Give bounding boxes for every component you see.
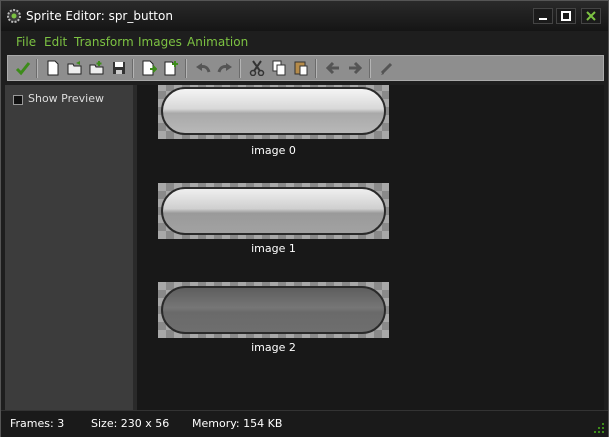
insert-image-icon	[142, 60, 157, 76]
frame-thumbnail[interactable]	[158, 85, 389, 139]
toolbar-separator	[185, 59, 187, 78]
shift-left-button[interactable]	[324, 59, 342, 77]
frame-label: image 0	[251, 144, 296, 157]
toolbar-separator	[36, 59, 38, 78]
frame-label: image 2	[251, 341, 296, 354]
confirm-icon	[15, 62, 31, 76]
toolbar-separator	[369, 59, 371, 78]
redo-icon	[217, 63, 232, 73]
save-button[interactable]	[110, 59, 128, 77]
new-button[interactable]	[44, 59, 62, 77]
undo-icon	[196, 63, 211, 73]
menu-transform[interactable]: Transform	[74, 35, 134, 49]
add-image-button[interactable]	[162, 59, 180, 77]
confirm-button[interactable]	[14, 59, 32, 77]
frames-canvas[interactable]: image 0 image 1 image 2	[137, 85, 604, 410]
toolbar-separator	[239, 59, 241, 78]
sprite-image	[161, 286, 386, 334]
copy-icon	[272, 60, 286, 76]
redo-button[interactable]	[216, 59, 234, 77]
sprite-image	[161, 87, 386, 135]
frame-thumbnail[interactable]	[158, 183, 389, 239]
menu-bar: File Edit Transform Images Animation	[1, 33, 608, 53]
shift-left-icon	[325, 61, 339, 75]
toolbar-separator	[315, 59, 317, 78]
save-icon	[113, 62, 125, 74]
maximize-button[interactable]	[556, 8, 576, 24]
toolbar-separator	[132, 59, 134, 78]
status-bar: Frames: 3 Size: 230 x 56 Memory: 154 KB	[1, 410, 608, 437]
menu-images[interactable]: Images	[138, 35, 182, 49]
add-from-file-icon	[89, 61, 104, 75]
minimize-button[interactable]	[533, 8, 553, 24]
add-image-icon	[164, 61, 178, 76]
app-icon	[7, 9, 21, 23]
shift-right-button[interactable]	[346, 59, 364, 77]
minimize-icon	[539, 18, 547, 20]
show-preview-label: Show Preview	[28, 92, 104, 105]
options-panel: Show Preview	[5, 85, 133, 410]
new-icon	[47, 60, 59, 76]
cut-icon	[249, 60, 265, 76]
maximize-icon	[561, 11, 571, 21]
paste-icon	[294, 61, 308, 76]
sprite-size: Size: 230 x 56	[91, 417, 170, 430]
show-preview-checkbox[interactable]	[13, 95, 23, 105]
paste-button[interactable]	[292, 59, 310, 77]
window-title: Sprite Editor: spr_button	[26, 9, 173, 23]
cut-button[interactable]	[248, 59, 266, 77]
toolbar	[7, 55, 604, 81]
menu-file[interactable]: File	[16, 35, 36, 49]
close-button[interactable]	[581, 8, 601, 24]
undo-button[interactable]	[194, 59, 212, 77]
sprite-image	[161, 187, 386, 235]
frame-label: image 1	[251, 242, 296, 255]
memory-usage: Memory: 154 KB	[192, 417, 283, 430]
resize-grip-icon[interactable]	[594, 423, 604, 433]
edit-icon	[380, 62, 393, 75]
menu-edit[interactable]: Edit	[44, 35, 67, 49]
shift-right-icon	[349, 61, 363, 75]
frame-thumbnail[interactable]	[158, 282, 389, 338]
frames-count: Frames: 3	[10, 417, 65, 430]
open-button[interactable]	[66, 59, 84, 77]
sprite-editor-window: Sprite Editor: spr_button File Edit Tran…	[0, 0, 609, 437]
close-icon	[586, 11, 596, 21]
copy-button[interactable]	[270, 59, 288, 77]
insert-image-button[interactable]	[140, 59, 158, 77]
add-from-file-button[interactable]	[88, 59, 106, 77]
edit-button[interactable]	[378, 59, 396, 77]
menu-animation[interactable]: Animation	[187, 35, 248, 49]
open-icon	[67, 61, 82, 75]
title-bar[interactable]: Sprite Editor: spr_button	[1, 1, 608, 31]
